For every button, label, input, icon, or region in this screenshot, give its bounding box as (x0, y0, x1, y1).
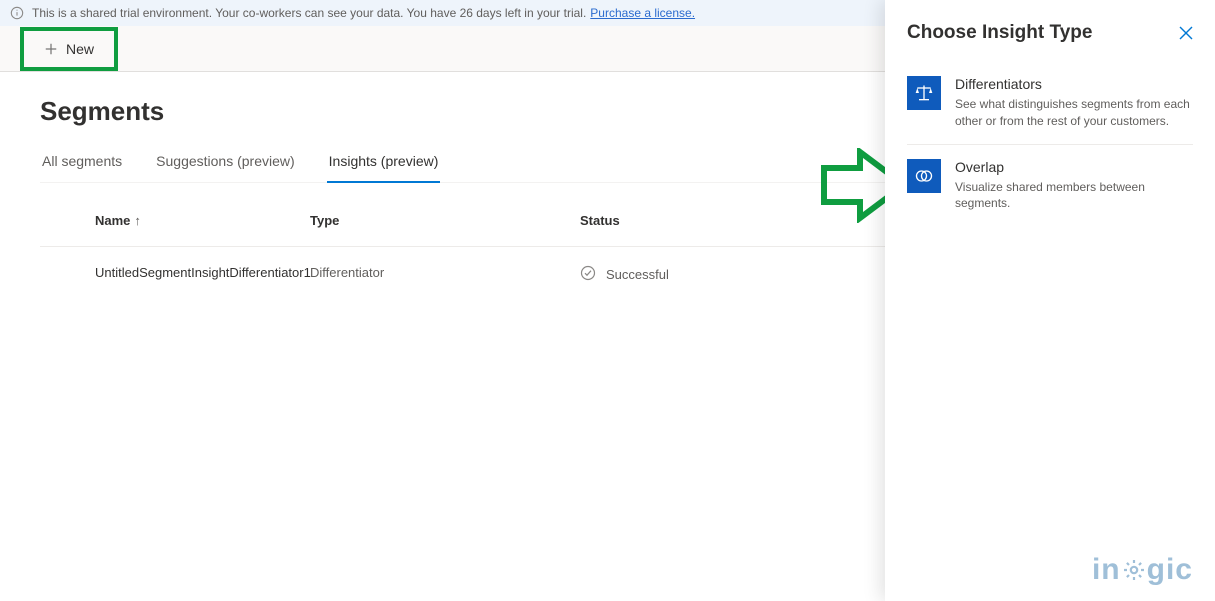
option-differentiators[interactable]: Differentiators See what distinguishes s… (907, 62, 1193, 145)
status-text: Successful (606, 267, 669, 282)
option-title: Differentiators (955, 76, 1193, 92)
option-desc: Visualize shared members between segment… (955, 179, 1193, 213)
new-button-highlight: New (20, 27, 118, 71)
trial-banner-text: This is a shared trial environment. Your… (32, 6, 586, 20)
col-header-status[interactable]: Status (580, 213, 850, 228)
close-panel-button[interactable] (1179, 26, 1193, 40)
gear-icon (1122, 558, 1146, 582)
purchase-license-link[interactable]: Purchase a license. (590, 6, 695, 20)
overlap-icon (907, 159, 941, 193)
col-header-type[interactable]: Type (310, 213, 580, 228)
new-button[interactable]: New (28, 31, 110, 67)
option-desc: See what distinguishes segments from eac… (955, 96, 1193, 130)
info-icon (10, 6, 24, 20)
option-overlap[interactable]: Overlap Visualize shared members between… (907, 145, 1193, 227)
tab-insights[interactable]: Insights (preview) (327, 145, 441, 183)
cell-name: UntitledSegmentInsightDifferentiator1 (40, 265, 310, 284)
plus-icon (44, 42, 58, 56)
panel-title: Choose Insight Type (907, 22, 1092, 44)
inogic-watermark: in gic (1092, 553, 1193, 587)
success-check-icon (580, 265, 596, 284)
tab-suggestions[interactable]: Suggestions (preview) (154, 145, 297, 182)
differentiators-icon (907, 76, 941, 110)
choose-insight-panel: Choose Insight Type Differentiators See … (885, 0, 1215, 601)
tab-all-segments[interactable]: All segments (40, 145, 124, 182)
cell-type: Differentiator (310, 265, 580, 284)
option-title: Overlap (955, 159, 1193, 175)
new-button-label: New (66, 41, 94, 57)
sort-asc-icon: ↑ (134, 213, 141, 228)
col-header-name[interactable]: Name↑ (40, 213, 310, 228)
cell-status: Successful (580, 265, 850, 284)
